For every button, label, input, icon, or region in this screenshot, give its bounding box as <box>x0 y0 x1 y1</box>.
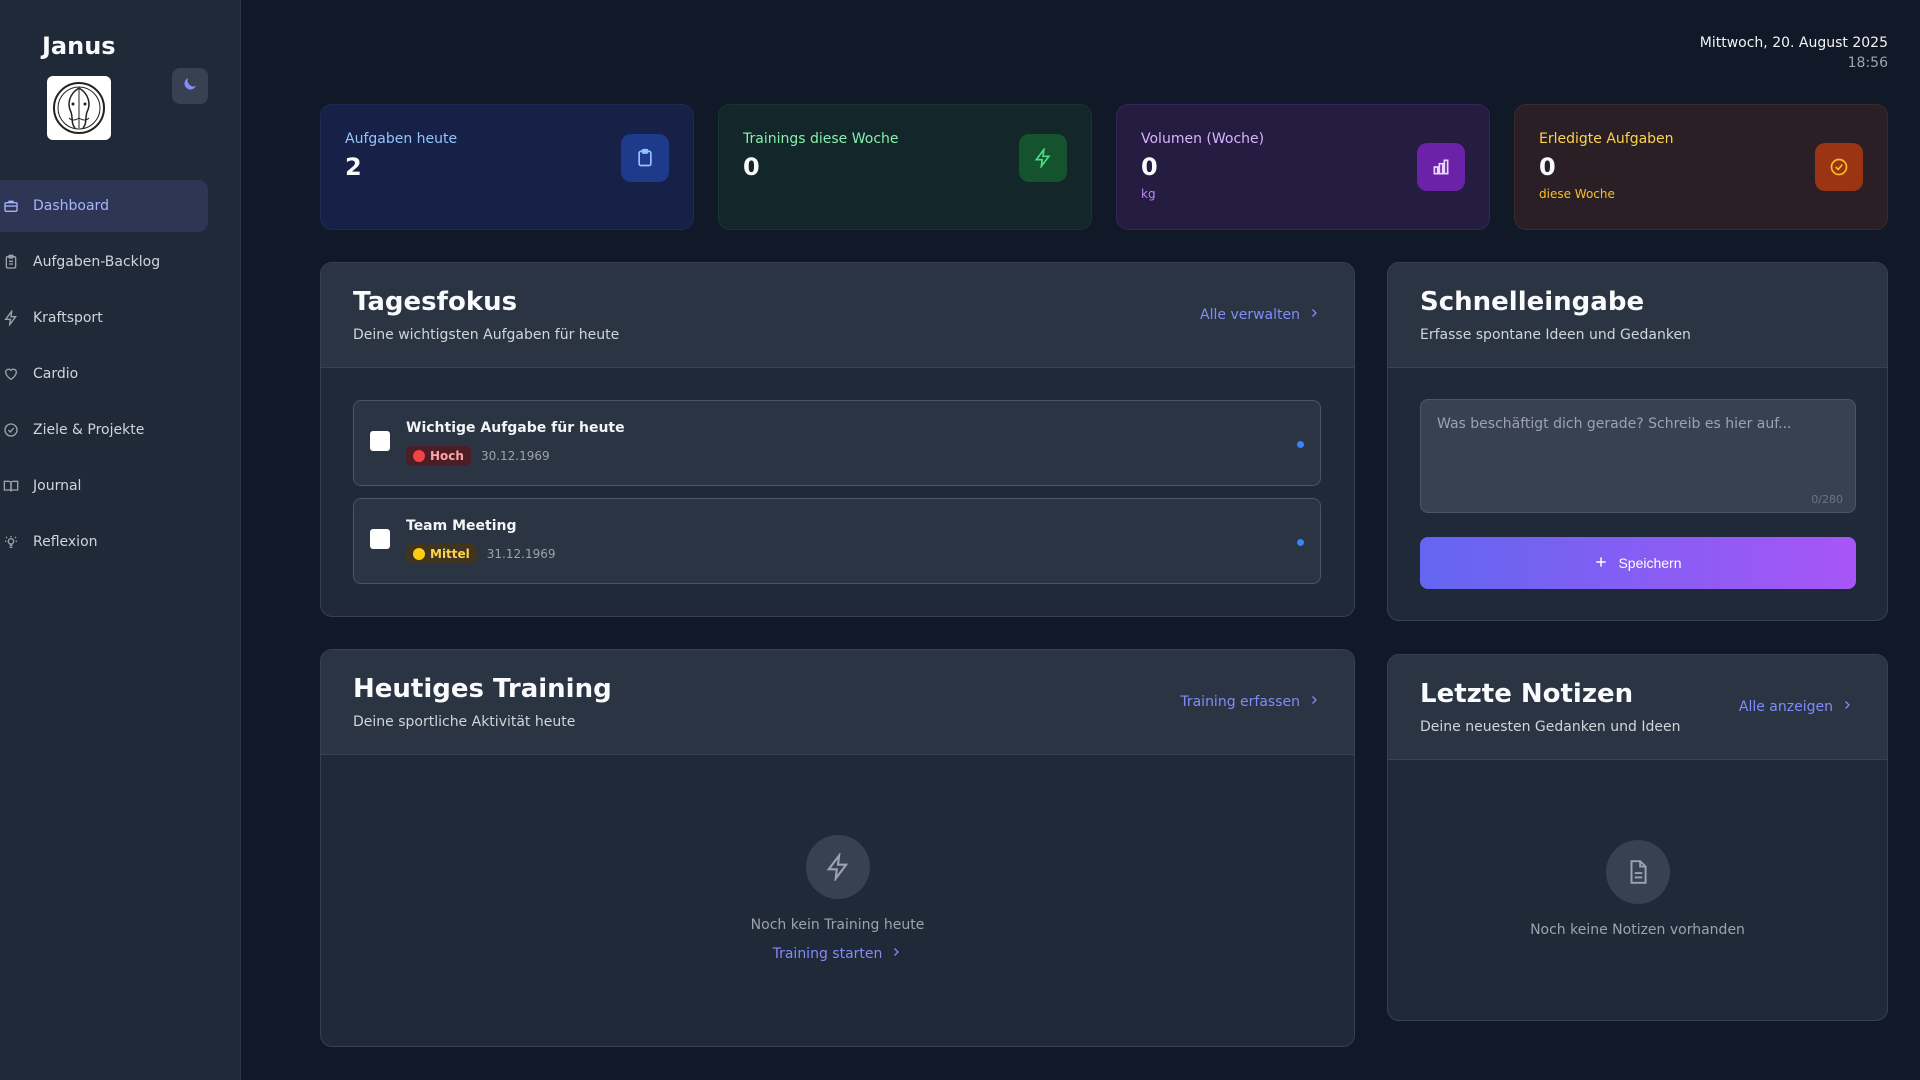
sidebar-item-label: Reflexion <box>33 534 98 550</box>
record-training-label: Training erfassen <box>1180 694 1300 710</box>
training-subtitle: Deine sportliche Aktivität heute <box>353 714 576 730</box>
start-training-link[interactable]: Training starten <box>321 946 1354 962</box>
chevron-right-icon <box>1308 694 1320 710</box>
char-counter: 0/280 <box>1811 493 1843 506</box>
stat-card-volume-week: Volumen (Woche) 0 kg <box>1116 104 1490 230</box>
chevron-right-icon <box>890 946 902 962</box>
stat-unit: kg <box>1141 187 1156 201</box>
training-header: Heutiges Training Deine sportliche Aktiv… <box>321 650 1354 755</box>
notes-panel: Letzte Notizen Deine neuesten Gedanken u… <box>1387 654 1888 1021</box>
task-checkbox[interactable] <box>370 529 390 549</box>
save-button[interactable]: Speichern <box>1420 537 1856 589</box>
sidebar: Janus Dashboard Aufgaben-Backlog Kraftsp… <box>0 0 241 1080</box>
red-circle-icon <box>413 450 425 462</box>
sidebar-item-label: Ziele & Projekte <box>33 422 145 438</box>
stat-card-tasks-today: Aufgaben heute 2 <box>320 104 694 230</box>
sidebar-item-label: Dashboard <box>33 198 109 214</box>
book-icon <box>1 476 21 496</box>
current-time: 18:56 <box>1847 55 1888 71</box>
moon-icon <box>181 75 199 97</box>
manage-all-link[interactable]: Alle verwalten <box>1200 307 1320 323</box>
bar-chart-icon <box>1417 143 1465 191</box>
priority-label: Mittel <box>430 547 470 561</box>
sidebar-item-label: Cardio <box>33 366 79 382</box>
briefcase-icon <box>1 196 21 216</box>
focus-subtitle: Deine wichtigsten Aufgaben für heute <box>353 327 620 343</box>
chevron-right-icon <box>1841 699 1853 715</box>
task-title: Team Meeting <box>406 518 517 534</box>
sidebar-item-label: Aufgaben-Backlog <box>33 254 161 270</box>
focus-panel-header: Tagesfokus Deine wichtigsten Aufgaben fü… <box>321 263 1354 368</box>
plus-icon <box>1594 555 1608 572</box>
lightning-icon <box>1 308 21 328</box>
sidebar-item-label: Kraftsport <box>33 310 103 326</box>
priority-label: Hoch <box>430 449 464 463</box>
task-date: 30.12.1969 <box>480 449 550 463</box>
quick-title: Schnelleingabe <box>1420 287 1645 317</box>
show-all-label: Alle anzeigen <box>1738 699 1833 715</box>
task-date: 31.12.1969 <box>486 547 556 561</box>
task-meta: Mittel 31.12.1969 <box>406 544 556 564</box>
stat-card-trainings-week: Trainings diese Woche 0 <box>718 104 1092 230</box>
priority-badge: Hoch <box>406 446 471 466</box>
task-title: Wichtige Aufgabe für heute <box>406 420 625 436</box>
app-name: Janus <box>42 32 116 60</box>
task-checkbox[interactable] <box>370 431 390 451</box>
document-icon <box>1606 840 1670 904</box>
heart-icon <box>1 364 21 384</box>
quick-entry-textarea[interactable] <box>1437 416 1839 476</box>
sidebar-item-cardio[interactable]: Cardio <box>0 348 208 400</box>
manage-all-label: Alle verwalten <box>1200 307 1300 323</box>
task-item[interactable]: Team Meeting Mittel 31.12.1969 <box>353 498 1321 584</box>
focus-title: Tagesfokus <box>353 287 518 317</box>
theme-toggle-button[interactable] <box>172 68 208 104</box>
start-training-label: Training starten <box>772 946 883 962</box>
training-empty-text: Noch kein Training heute <box>750 917 925 933</box>
quick-entry-box: 0/280 <box>1420 399 1856 513</box>
focus-panel: Tagesfokus Deine wichtigsten Aufgaben fü… <box>320 262 1355 617</box>
training-title: Heutiges Training <box>353 674 612 704</box>
sidebar-nav: Dashboard Aufgaben-Backlog Kraftsport Ca… <box>0 180 208 572</box>
clipboard-icon <box>1 252 21 272</box>
sidebar-item-kraftsport[interactable]: Kraftsport <box>0 292 208 344</box>
record-training-link[interactable]: Training erfassen <box>1180 694 1320 710</box>
stat-label: Volumen (Woche) <box>1141 131 1265 147</box>
chevron-right-icon <box>1308 307 1320 323</box>
quick-entry-panel: Schnelleingabe Erfasse spontane Ideen un… <box>1387 262 1888 621</box>
header-datetime: Mittwoch, 20. August 2025 18:56 <box>1700 33 1888 73</box>
lightning-icon <box>806 835 870 899</box>
sidebar-item-ziele[interactable]: Ziele & Projekte <box>0 404 208 456</box>
quick-entry-header: Schnelleingabe Erfasse spontane Ideen un… <box>1388 263 1887 368</box>
training-panel: Heutiges Training Deine sportliche Aktiv… <box>320 649 1355 1047</box>
status-dot <box>1297 441 1304 448</box>
stat-label: Erledigte Aufgaben <box>1539 131 1674 147</box>
janus-logo <box>47 76 111 140</box>
task-meta: Hoch 30.12.1969 <box>406 446 550 466</box>
stat-card-completed-tasks: Erledigte Aufgaben 0 diese Woche <box>1514 104 1888 230</box>
yellow-circle-icon <box>413 548 425 560</box>
lightning-icon <box>1019 134 1067 182</box>
lightbulb-icon <box>1 532 21 552</box>
sidebar-item-reflexion[interactable]: Reflexion <box>0 516 208 568</box>
save-label: Speichern <box>1618 555 1682 571</box>
priority-badge: Mittel <box>406 544 477 564</box>
quick-subtitle: Erfasse spontane Ideen und Gedanken <box>1420 327 1691 343</box>
clipboard-icon <box>621 134 669 182</box>
check-circle-icon <box>1 420 21 440</box>
current-date: Mittwoch, 20. August 2025 <box>1699 35 1888 51</box>
notes-empty-text: Noch keine Notizen vorhanden <box>1530 922 1745 938</box>
check-circle-icon <box>1815 143 1863 191</box>
stat-sub: diese Woche <box>1539 187 1615 201</box>
sidebar-item-backlog[interactable]: Aufgaben-Backlog <box>0 236 208 288</box>
sidebar-item-label: Journal <box>33 478 82 494</box>
notes-header: Letzte Notizen Deine neuesten Gedanken u… <box>1388 655 1887 760</box>
notes-subtitle: Deine neuesten Gedanken und Ideen <box>1420 719 1681 735</box>
task-item[interactable]: Wichtige Aufgabe für heute Hoch 30.12.19… <box>353 400 1321 486</box>
sidebar-item-journal[interactable]: Journal <box>0 460 208 512</box>
show-all-link[interactable]: Alle anzeigen <box>1739 699 1853 715</box>
sidebar-item-dashboard[interactable]: Dashboard <box>0 180 208 232</box>
status-dot <box>1297 539 1304 546</box>
